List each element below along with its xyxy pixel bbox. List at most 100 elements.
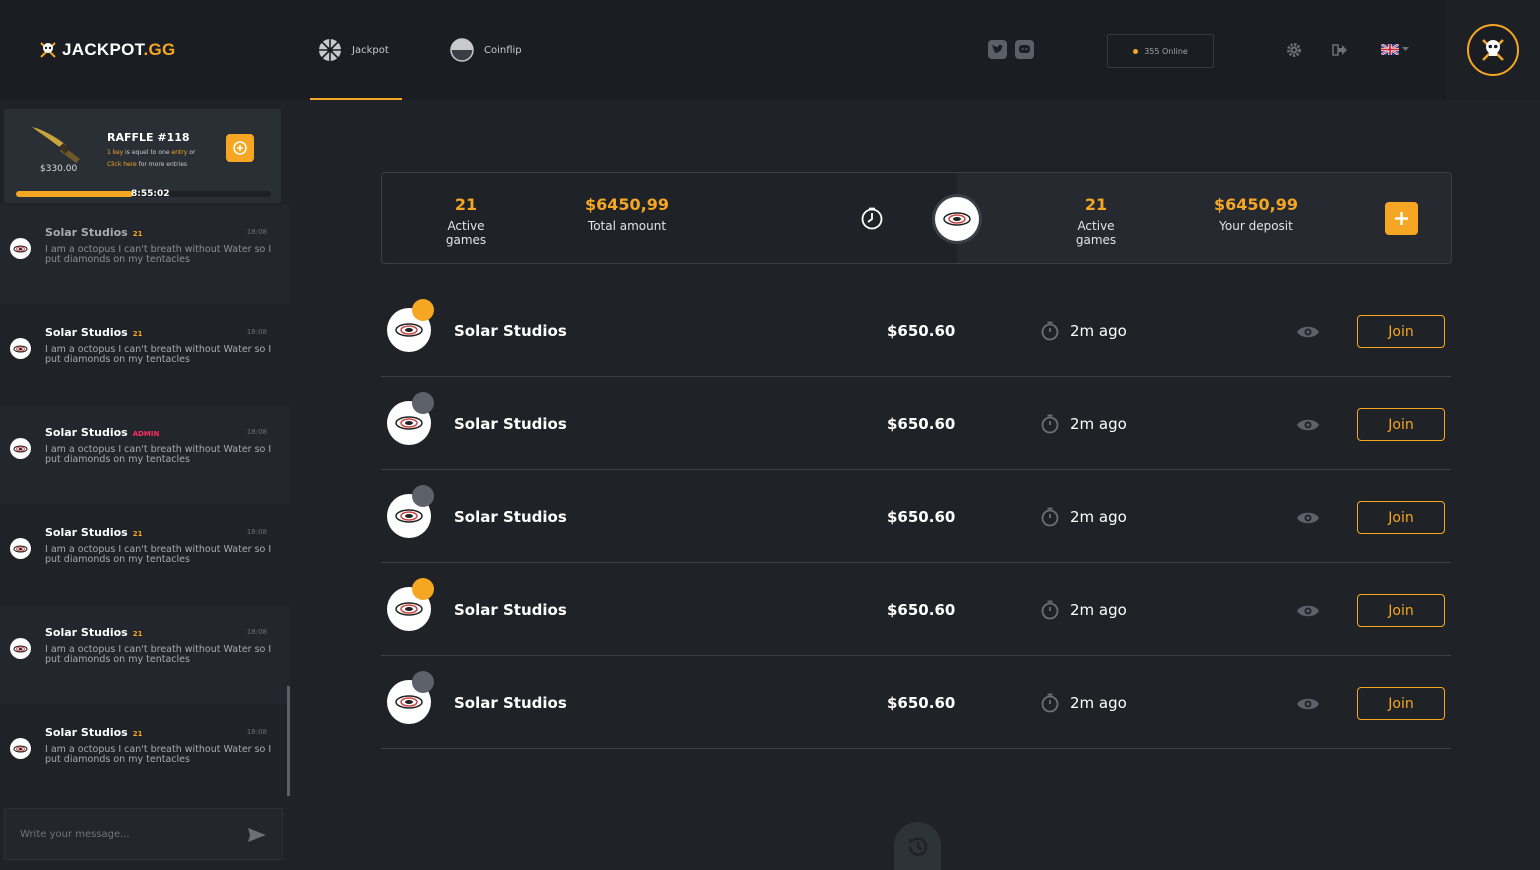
stat-active-games: 21 Active games <box>426 195 506 247</box>
chat-user-avatar[interactable] <box>10 638 31 659</box>
game-player-name: Solar Studios <box>454 322 567 340</box>
logout-icon[interactable] <box>1330 40 1350 60</box>
chat-timestamp: 18:08 <box>246 228 267 236</box>
eye-icon[interactable] <box>1296 324 1320 340</box>
level-badge: 21 <box>132 730 143 738</box>
game-row: Solar Studios $650.60 2m ago Join <box>381 656 1451 749</box>
chat-user-name[interactable]: Solar Studios 21 <box>45 326 142 339</box>
chat-messages: Solar Studios 21 18:08 I am a octopus I can… <box>0 205 290 870</box>
raffle-more-text: for more entries <box>136 161 188 168</box>
swirl-avatar-icon <box>13 545 28 552</box>
user-avatar-area[interactable] <box>1446 0 1540 100</box>
nav-coinflip[interactable]: Coinflip <box>442 0 534 100</box>
chat-user-avatar[interactable] <box>10 538 31 559</box>
join-button[interactable]: Join <box>1357 408 1445 441</box>
jackpot-wheel-icon <box>319 39 341 61</box>
your-active-games-value: 21 <box>1084 195 1108 214</box>
chat-user-name-text: Solar Studios <box>45 526 128 539</box>
chat-user-name-text: Solar Studios <box>45 326 128 339</box>
join-button[interactable]: Join <box>1357 315 1445 348</box>
chat-message-text: I am a octopus I can't breath without Wa… <box>45 744 272 765</box>
join-button[interactable]: Join <box>1357 594 1445 627</box>
join-button[interactable]: Join <box>1357 687 1445 720</box>
chat-user-name[interactable]: Solar Studios 21 <box>45 226 142 239</box>
online-status-dot <box>1133 48 1139 54</box>
chat-message: Solar Studios 21 18:08 I am a octopus I can… <box>0 505 290 604</box>
eye-icon[interactable] <box>1296 603 1320 619</box>
stopwatch-icon <box>1041 414 1059 434</box>
stat-total-amount: $6450,99 Total amount <box>577 195 677 233</box>
level-badge: 21 <box>132 530 143 538</box>
stats-user-avatar <box>935 197 979 241</box>
eye-icon[interactable] <box>1296 696 1320 712</box>
game-time: 2m ago <box>1070 415 1127 433</box>
skull-logo-icon <box>40 42 56 58</box>
top-bar: JACKPOT.GG Jackpot Coinflip 355 Online <box>0 0 1446 100</box>
chat-timestamp: 18:08 <box>246 728 267 736</box>
swirl-avatar-icon <box>13 745 28 752</box>
your-deposit-value: $6450,99 <box>1213 195 1298 214</box>
raffle-title: RAFFLE #118 <box>107 131 190 144</box>
active-games-label: Active games <box>445 219 487 247</box>
chat-user-name-text: Solar Studios <box>45 726 128 739</box>
level-badge: 21 <box>132 630 143 638</box>
chat-user-name[interactable]: Solar Studios 21 <box>45 626 142 639</box>
stopwatch-icon <box>1041 321 1059 341</box>
game-amount: $650.60 <box>887 601 956 619</box>
history-button[interactable] <box>894 822 941 870</box>
swirl-avatar-icon <box>395 509 423 523</box>
plus-icon <box>1395 212 1408 225</box>
timer-icon <box>861 207 883 230</box>
chat-user-name[interactable]: Solar Studios 21 <box>45 726 142 739</box>
game-time: 2m ago <box>1070 694 1127 712</box>
game-amount: $650.60 <box>887 322 956 340</box>
create-game-button[interactable] <box>1385 202 1418 235</box>
twitter-icon[interactable] <box>988 40 1007 59</box>
game-status-badge <box>412 671 434 693</box>
chat-timestamp: 18:08 <box>246 328 267 336</box>
chat-user-name-text: Solar Studios <box>45 426 128 439</box>
jackpot-stats-panel: 21 Active games $6450,99 Total amount 21… <box>381 172 1452 264</box>
game-player-name: Solar Studios <box>454 601 567 619</box>
active-games-value: 21 <box>454 195 478 214</box>
raffle-more-entries-link[interactable]: Click here <box>107 161 137 168</box>
swirl-avatar-icon <box>395 323 423 337</box>
game-player-name: Solar Studios <box>454 508 567 526</box>
chat-user-name[interactable]: Solar Studios ADMIN <box>45 426 159 439</box>
send-icon[interactable] <box>248 826 266 844</box>
raffle-item-price: $330.00 <box>40 164 78 174</box>
chat-message-text: I am a octopus I can't breath without Wa… <box>45 544 272 565</box>
chat-user-avatar[interactable] <box>10 338 31 359</box>
brand-logo[interactable]: JACKPOT.GG <box>38 40 176 60</box>
stopwatch-icon <box>1041 693 1059 713</box>
raffle-or-text: or <box>187 149 196 156</box>
game-amount: $650.60 <box>887 694 956 712</box>
eye-icon[interactable] <box>1296 417 1320 433</box>
language-selector[interactable] <box>1381 44 1409 55</box>
chat-scrollbar[interactable] <box>287 686 290 796</box>
chat-message: Solar Studios 21 18:08 I am a octopus I can… <box>0 705 290 804</box>
social-links <box>988 40 1034 59</box>
main-nav: Jackpot Coinflip <box>310 0 574 100</box>
chat-user-avatar[interactable] <box>10 438 31 459</box>
game-status-badge <box>412 392 434 414</box>
chat-user-avatar[interactable] <box>10 238 31 259</box>
game-status-badge <box>412 578 434 600</box>
user-avatar[interactable] <box>1467 24 1519 76</box>
raffle-timer: 8:55:02 <box>131 189 170 199</box>
join-button[interactable]: Join <box>1357 501 1445 534</box>
swirl-avatar-icon <box>13 445 28 452</box>
nav-jackpot[interactable]: Jackpot <box>310 0 402 100</box>
swirl-avatar-icon <box>395 416 423 430</box>
game-time: 2m ago <box>1070 601 1127 619</box>
game-row: Solar Studios $650.60 2m ago Join <box>381 563 1451 656</box>
gear-icon[interactable] <box>1284 40 1304 60</box>
chat-message-input[interactable] <box>5 809 225 859</box>
chat-user-name[interactable]: Solar Studios 21 <box>45 526 142 539</box>
raffle-enter-button[interactable] <box>226 134 254 162</box>
chat-message-text: I am a octopus I can't breath without Wa… <box>45 444 272 465</box>
your-deposit-label: Your deposit <box>1219 219 1293 233</box>
discord-icon[interactable] <box>1015 40 1034 59</box>
eye-icon[interactable] <box>1296 510 1320 526</box>
chat-user-avatar[interactable] <box>10 738 31 759</box>
